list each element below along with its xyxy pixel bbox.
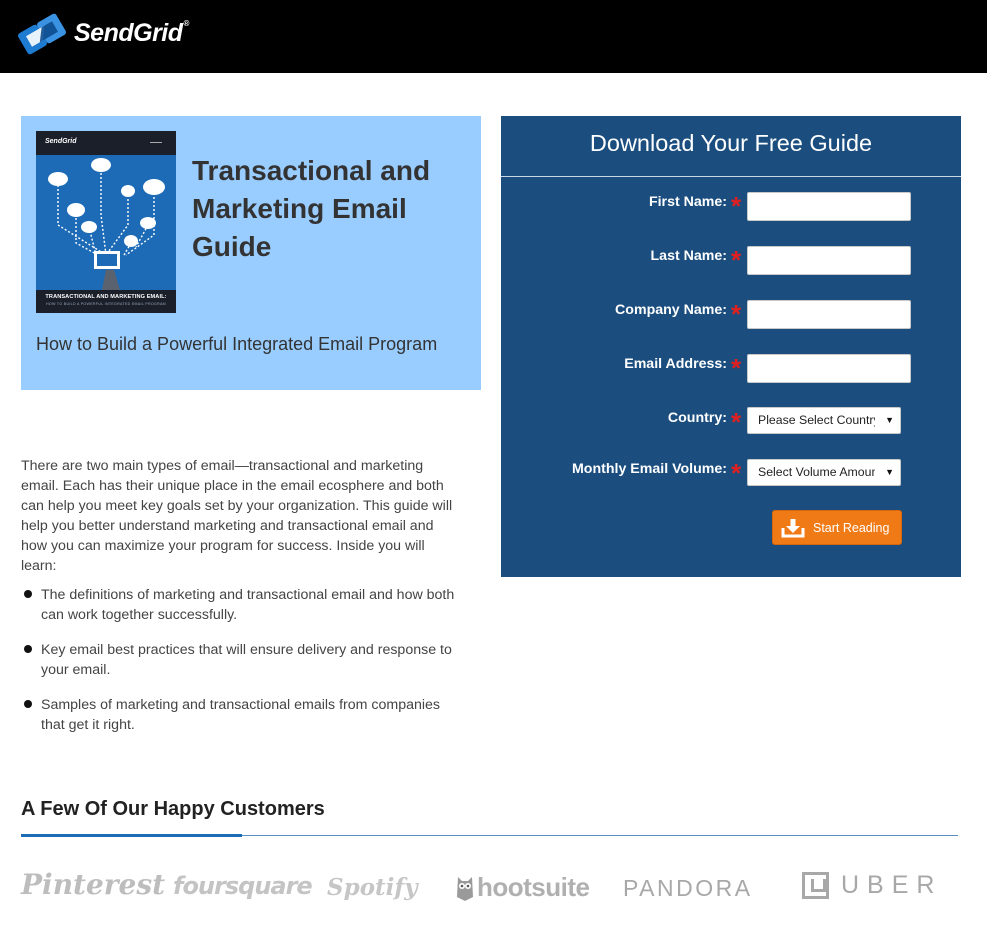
guide-title: Transactional and Marketing Email Guide <box>192 155 431 262</box>
sendgrid-logo[interactable]: SendGrid® <box>17 11 189 57</box>
bullet-icon <box>24 645 32 653</box>
dropdown-arrow-icon: ▼ <box>885 415 894 425</box>
owl-icon <box>457 876 473 901</box>
download-form: Download Your Free Guide First Name: * L… <box>501 116 961 577</box>
section-divider-accent <box>21 834 242 837</box>
cover-subtitle: HOW TO BUILD A POWERFUL INTEGRATED EMAIL… <box>46 302 166 306</box>
guide-subtitle: How to Build a Powerful Integrated Email… <box>36 334 438 354</box>
site-header: SendGrid® <box>0 0 987 73</box>
form-heading: Download Your Free Guide <box>589 130 873 156</box>
start-reading-button[interactable]: Start Reading <box>772 510 902 545</box>
dropdown-arrow-icon: ▼ <box>885 467 894 477</box>
last-name-label: Last Name: <box>650 248 727 264</box>
required-marker: * <box>731 245 742 275</box>
guide-cover-image: SendGrid TRANSACTIONAL AND MARKETING EMA… <box>36 131 176 313</box>
network-illustration-icon <box>48 158 165 290</box>
country-select[interactable]: Please Select Country ▼ <box>747 407 901 434</box>
customers-heading: A Few Of Our Happy Customers <box>21 798 325 820</box>
email-volume-label: Monthly Email Volume: <box>571 461 727 477</box>
cover-title: TRANSACTIONAL AND MARKETING EMAIL: <box>45 294 167 300</box>
email-address-field[interactable] <box>747 354 911 383</box>
uber-logo: UBER <box>802 871 942 900</box>
brand-name: SendGrid® <box>74 18 189 47</box>
volume-selected-value: Select Volume Amount <box>758 465 875 479</box>
country-label: Country: <box>667 410 727 426</box>
list-item: Samples of marketing and transactional e… <box>21 695 461 735</box>
list-item: The definitions of marketing and transac… <box>21 585 461 625</box>
pinterest-logo: Pinterest <box>21 868 166 901</box>
hootsuite-logo: hootsuite <box>455 872 590 903</box>
country-selected-value: Please Select Country <box>758 413 875 427</box>
sendgrid-mark-icon <box>18 13 66 55</box>
learning-list: The definitions of marketing and transac… <box>21 585 461 750</box>
list-item: Key email best practices that will ensur… <box>21 640 461 680</box>
foursquare-logo: foursquare <box>173 872 313 900</box>
required-marker: * <box>731 299 742 329</box>
pandora-logo: PANDORA <box>623 875 753 901</box>
first-name-field[interactable] <box>747 192 911 221</box>
company-name-label: Company Name: <box>615 302 727 318</box>
form-divider <box>501 176 961 177</box>
email-volume-select[interactable]: Select Volume Amount ▼ <box>747 459 901 486</box>
required-marker: * <box>731 353 742 383</box>
company-name-field[interactable] <box>747 300 911 329</box>
required-marker: * <box>731 191 742 221</box>
email-address-label: Email Address: <box>624 356 727 372</box>
hero-banner: SendGrid TRANSACTIONAL AND MARKETING EMA… <box>21 116 481 390</box>
required-marker: * <box>731 458 742 488</box>
cover-brand: SendGrid <box>45 138 77 145</box>
uber-mark-icon <box>802 872 829 899</box>
intro-paragraph: There are two main types of email—transa… <box>21 458 453 574</box>
start-reading-label: Start Reading <box>813 520 890 535</box>
required-marker: * <box>731 407 742 437</box>
bullet-icon <box>24 590 32 598</box>
last-name-field[interactable] <box>747 246 911 275</box>
first-name-label: First Name: <box>648 194 727 210</box>
bullet-icon <box>24 700 32 708</box>
download-icon <box>781 518 805 537</box>
spotify-logo: Spotify <box>327 874 418 901</box>
